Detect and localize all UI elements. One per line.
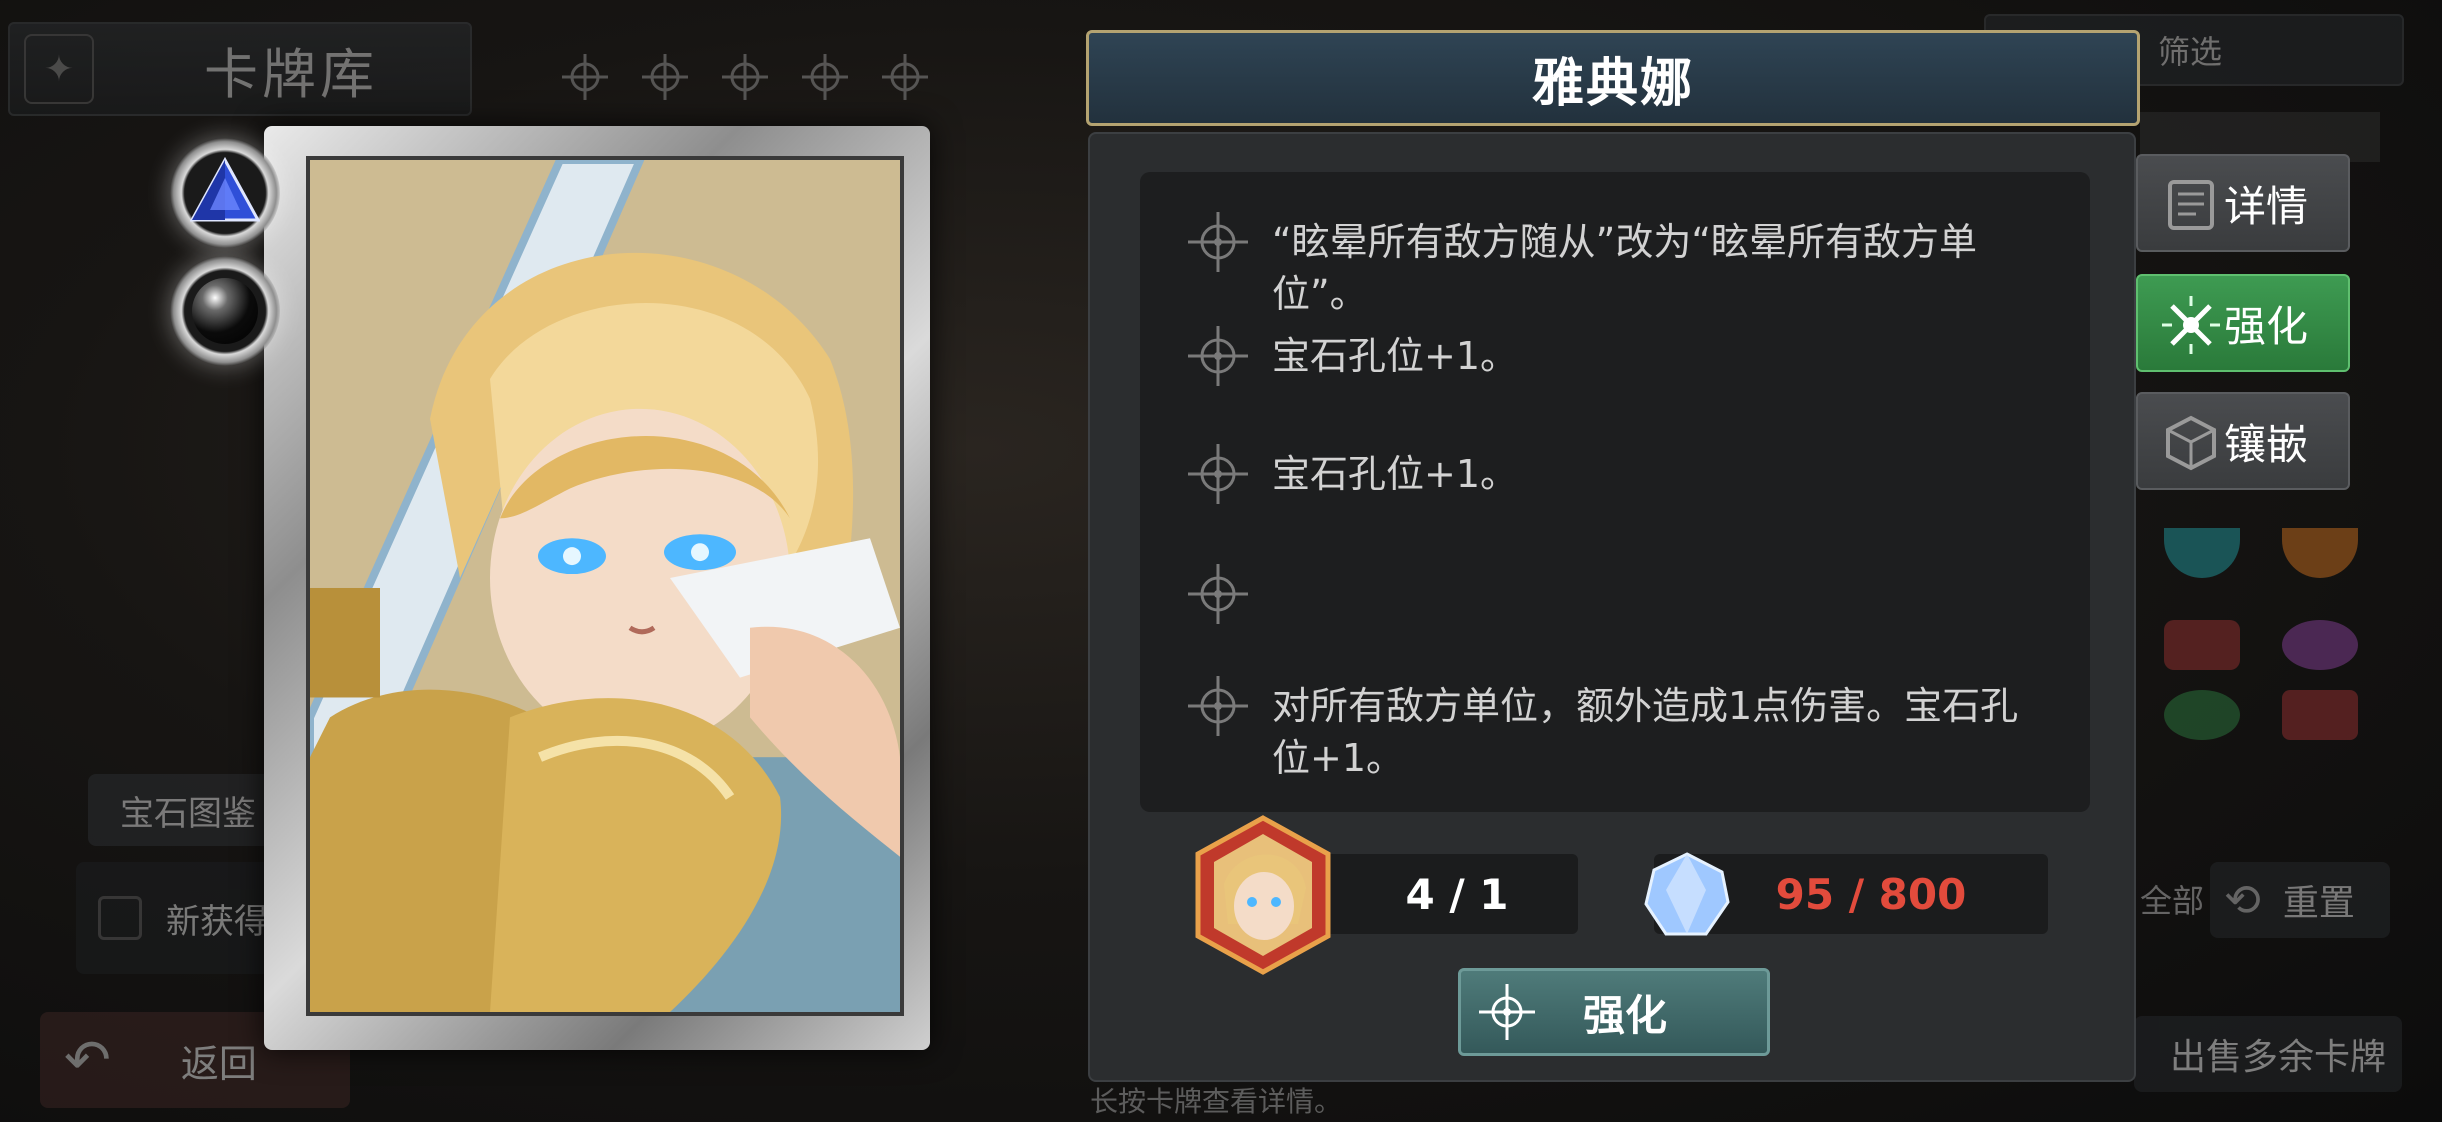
reset-icon: ⟲ (2224, 874, 2261, 926)
crosshair-star-icon (1188, 326, 1248, 386)
effect-text: 宝石孔位+1。 (1272, 334, 1519, 378)
crosshair-star-icon (1188, 676, 1248, 736)
tab-enhance-label: 强化 (2223, 301, 2308, 351)
long-press-hint: 长按卡牌查看详情。 (1090, 1085, 1343, 1118)
card-frame[interactable] (264, 126, 930, 1050)
enhancement-effects-list: “眩晕所有敌方随从”改为“眩晕所有敌方单位”。 宝石孔位+1。 宝石孔位+1。 … (1140, 172, 2090, 812)
crystal-material-icon (1644, 852, 1730, 936)
red-shrine-icon (2164, 620, 2240, 670)
tab-details[interactable]: 详情 (2136, 154, 2350, 252)
new-obtained-label: 新获得 (166, 901, 268, 942)
new-obtained-filter[interactable]: 新获得 (76, 862, 296, 974)
athena-illustration (310, 160, 900, 1012)
cube-icon (2166, 415, 2216, 471)
list-item (1184, 560, 2044, 628)
reset-button[interactable]: ⟲ 重置 (2210, 862, 2390, 938)
sell-extra-cards-button[interactable]: 出售多余卡牌 (2134, 1016, 2402, 1092)
checkbox[interactable] (98, 896, 142, 940)
tab-enhance[interactable]: 强化 (2136, 274, 2350, 372)
crosshair-star-icon (1479, 984, 1535, 1040)
crossed-swords-sparkle-icon (2162, 296, 2220, 354)
enhance-button[interactable]: 强化 (1458, 968, 1770, 1056)
star-icon (640, 52, 690, 102)
rank-stars (560, 52, 930, 102)
effect-text: “眩晕所有敌方随从”改为“眩晕所有敌方单位”。 (1272, 220, 1978, 316)
book-icon (2168, 180, 2214, 230)
sapphire-triangle-gem-icon (190, 156, 260, 222)
crosshair-star-icon (1188, 444, 1248, 504)
back-label: 返回 (180, 1041, 257, 1086)
library-title: 卡牌库 (204, 42, 378, 106)
gem-socket-1[interactable] (170, 138, 280, 248)
library-header: ✦ 卡牌库 (8, 22, 472, 116)
tab-inlay[interactable]: 镶嵌 (2136, 392, 2350, 490)
list-item: 宝石孔位+1。 (1184, 440, 2044, 508)
back-arrow-icon: ↶ (64, 1027, 111, 1093)
card-name: 雅典娜 (1531, 53, 1694, 114)
star-icon (880, 52, 930, 102)
gem-guide-button[interactable]: 宝石图鉴 (88, 774, 288, 846)
effect-text: 宝石孔位+1。 (1272, 452, 1519, 496)
tab-details-label: 详情 (2223, 181, 2308, 231)
card-name-header: 雅典娜 (1086, 30, 2140, 126)
list-item: 宝石孔位+1。 (1184, 322, 2044, 390)
star-icon (720, 52, 770, 102)
crosshair-star-icon (1188, 564, 1248, 624)
enhance-dialog: “眩晕所有敌方随从”改为“眩晕所有敌方单位”。 宝石孔位+1。 宝石孔位+1。 … (1088, 132, 2136, 1082)
enhance-button-label: 强化 (1583, 990, 1668, 1040)
all-filter-label[interactable]: 全部 (2140, 876, 2204, 922)
effect-text: 对所有敌方单位，额外造成1点伤害。宝石孔位+1。 (1272, 684, 2019, 780)
crosshair-star-icon (1188, 212, 1248, 272)
list-item: “眩晕所有敌方随从”改为“眩晕所有敌方单位”。 (1184, 208, 2044, 320)
gem-socket-2[interactable] (170, 256, 280, 366)
red-scroll-icon (2282, 690, 2358, 740)
purple-ghost-icon (2282, 620, 2358, 670)
list-item: 对所有敌方单位，额外造成1点伤害。宝石孔位+1。 (1184, 672, 2044, 784)
star-icon (800, 52, 850, 102)
library-logo-icon: ✦ (24, 34, 94, 104)
card-artwork (306, 156, 904, 1016)
star-icon (560, 52, 610, 102)
filter-label: 筛选 (2158, 33, 2223, 71)
tab-inlay-label: 镶嵌 (2223, 419, 2308, 469)
reset-label: 重置 (2282, 883, 2355, 924)
green-burst-icon (2164, 690, 2240, 740)
card-portrait-badge-icon (1195, 815, 1331, 975)
black-pearl-gem-icon (192, 278, 258, 344)
